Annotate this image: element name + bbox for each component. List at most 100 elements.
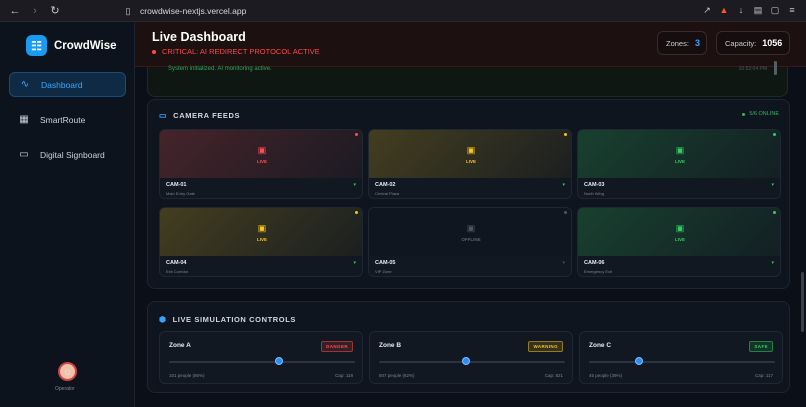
page-title: Live Dashboard [152,30,246,44]
camera-location: VIP Zone [375,269,392,274]
status-badge: WARNING [528,341,563,352]
camera-card[interactable]: ▣ LIVE CAM-01 Main Entry Gate ▾ [159,129,363,199]
sidebar-toggle-icon[interactable]: ▤ [752,3,764,17]
simulation-controls-title: ⬢ LIVE SIMULATION CONTROLS [159,315,297,324]
zone-slider[interactable] [169,361,355,363]
alert-dot-icon [152,49,156,54]
camera-view: ▣ LIVE [160,208,362,256]
camera-card[interactable]: ▣ LIVE CAM-04 Exit Corridor ▾ [159,207,363,277]
camera-card[interactable]: ▣ LIVE CAM-03 North Wing ▾ [577,129,781,199]
status-dot-icon [355,211,358,214]
zone-people-count: 507 people (62%) [379,373,415,378]
camera-view: ▣ LIVE [578,130,780,178]
zone-people-count: 101 people (86%) [169,373,205,378]
zone-slider[interactable] [589,361,775,363]
address-bar[interactable]: ▯ crowdwise-nextjs.vercel.app [122,3,572,19]
camera-location: Central Plaza [375,191,400,196]
system-log[interactable]: System initialized. AI monitoring active… [147,61,788,97]
camera-card[interactable]: ▣ OFFLINE CAM-05 VIP Zone ▾ [368,207,572,277]
zone-card: Zone A DANGER 101 people (86%) Cap: 118 [159,331,363,384]
brand[interactable]: ☷ CrowdWise [26,35,117,56]
camera-location: Exit Corridor [166,269,189,274]
zone-capacity: Cap: 821 [544,373,563,378]
sidebar-item-dashboard[interactable]: ∿ Dashboard [9,72,126,97]
status-badge: SAFE [749,341,773,352]
camera-id: CAM-06 [584,260,605,266]
camera-view: ▣ LIVE [369,130,571,178]
url-text[interactable]: crowdwise-nextjs.vercel.app [140,6,246,16]
log-time: 10:52:04 PM [738,66,767,72]
page-scrollbar[interactable] [801,272,804,332]
zone-capacity: Cap: 118 [335,373,353,378]
status-dot-icon [773,211,776,214]
capacity-value: 1056 [762,38,783,48]
camera-card[interactable]: ▣ LIVE CAM-02 Central Plaza ▾ [368,129,572,199]
bookmark-icon[interactable]: ▯ [122,4,134,18]
camera-card[interactable]: ▣ LIVE CAM-06 Emergency Exit ▾ [577,207,781,277]
zone-slider-thumb[interactable] [274,357,283,365]
camera-status: LIVE [256,236,267,242]
sidebar-item-label: Dashboard [41,79,83,90]
camera-location: Emergency Exit [584,269,613,274]
share-icon[interactable]: ↗ [701,3,713,17]
wifi-icon: ▾ [771,260,774,266]
zones-stat: Zones: 3 [657,31,707,55]
wifi-icon: ▾ [353,260,356,266]
zones-label: Zones: [666,38,689,48]
sidebar-item-smartroute[interactable]: ▦ SmartRoute [9,107,126,132]
brave-shield-icon[interactable]: ▲ [718,3,730,17]
camera-feeds-title: ▭ CAMERA FEEDS [159,111,241,120]
camera-status: OFFLINE [461,236,481,242]
status-dot-icon [773,133,776,136]
camera-status: LIVE [674,236,685,242]
alert-text: CRITICAL: AI REDIRECT PROTOCOL ACTIVE [162,47,320,56]
back-arrow-icon[interactable]: ← [8,4,22,18]
status-badge: DANGER [321,341,353,352]
brand-logo-icon: ☷ [26,35,47,56]
video-camera-icon: ▣ [466,144,476,155]
camera-feeds-panel: ▭ CAMERA FEEDS 5/6 ONLINE ▣ LIVE CAM-01 Mai… [147,99,790,289]
zone-name: Zone B [379,342,402,349]
status-dot-icon [564,133,567,136]
page-header: Live Dashboard CRITICAL: AI REDIRECT PRO… [135,22,806,67]
forward-arrow-icon[interactable]: › [28,4,42,18]
capacity-label: Capacity: [725,38,757,48]
wallet-icon[interactable]: ▢ [769,3,781,17]
camera-status: LIVE [465,158,476,164]
settings-icon: ⬢ [159,315,167,324]
zone-slider-thumb[interactable] [462,357,471,365]
camera-view: ▣ LIVE [578,208,780,256]
camera-status: LIVE [674,158,685,164]
status-dot-icon [355,133,358,136]
log-message: System initialized. AI monitoring active… [168,66,272,72]
zone-card: Zone B WARNING 507 people (62%) Cap: 821 [369,331,573,384]
simulation-controls-panel: ⬢ LIVE SIMULATION CONTROLS Zone A DANGER 1… [147,301,790,393]
avatar[interactable]: ☺ [58,362,77,381]
camera-location: Main Entry Gate [166,191,195,196]
camera-id: CAM-04 [166,260,187,266]
map-icon: ▦ [19,114,29,125]
online-status: 5/6 ONLINE [742,111,779,117]
critical-alert: CRITICAL: AI REDIRECT PROTOCOL ACTIVE [152,47,320,56]
camera-view: ▣ LIVE [160,130,362,178]
sidebar-item-label: SmartRoute [40,114,86,125]
reload-icon[interactable]: ↻ [48,4,62,18]
menu-icon[interactable]: ≡ [786,3,798,17]
camera-id: CAM-02 [375,182,396,188]
sidebar-item-label: Digital Signboard [40,149,105,160]
user-role-label: Operator [55,386,75,392]
video-camera-icon: ▣ [675,222,685,233]
activity-icon: ∿ [20,79,30,90]
zone-slider[interactable] [379,361,565,363]
camera-id: CAM-03 [584,182,605,188]
browser-extensions: ↗ ▲ ↓ ▤ ▢ ≡ [701,3,798,17]
zone-capacity: Cap: 117 [755,373,773,378]
zone-slider-thumb[interactable] [635,357,644,365]
download-icon[interactable]: ↓ [735,3,747,17]
zone-people-count: 45 people (39%) [589,373,623,378]
capacity-stat: Capacity: 1056 [716,31,790,55]
brand-name: CrowdWise [54,39,117,52]
log-scrollbar[interactable] [774,61,777,75]
sidebar: ☷ CrowdWise ∿ Dashboard ▦ SmartRoute ▭ D… [0,22,135,407]
sidebar-item-digital-signboard[interactable]: ▭ Digital Signboard [9,142,126,167]
